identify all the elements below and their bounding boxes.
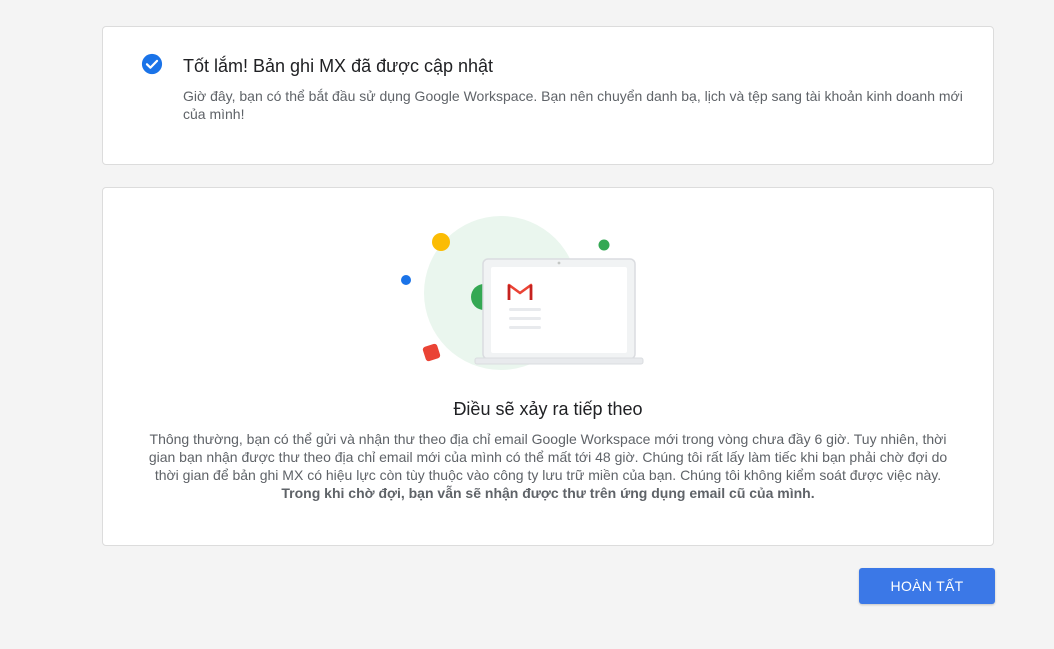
- page: Tốt lắm! Bản ghi MX đã được cập nhật Giờ…: [0, 0, 1054, 649]
- next-steps-bold-text: Trong khi chờ đợi, bạn vẫn sẽ nhận được …: [281, 485, 815, 501]
- check-circle-icon: [141, 53, 163, 75]
- next-steps-title: Điều sẽ xảy ra tiếp theo: [453, 399, 643, 419]
- yellow-dot: [432, 233, 450, 251]
- laptop-base: [474, 357, 644, 365]
- mail-line: [509, 326, 541, 329]
- mail-line: [509, 308, 541, 311]
- success-description: Giờ đây, bạn có thể bắt đầu sử dụng Goog…: [183, 88, 963, 122]
- next-steps-text: Thông thường, bạn có thể gửi và nhận thư…: [148, 431, 948, 483]
- next-steps-card: Điều sẽ xảy ra tiếp theo Thông thường, b…: [102, 187, 994, 546]
- gmail-laptop-illustration: [401, 216, 644, 370]
- gmail-logo: [507, 283, 533, 300]
- red-square: [422, 343, 441, 362]
- finish-button[interactable]: HOÀN TẤT: [859, 568, 995, 604]
- success-card: Tốt lắm! Bản ghi MX đã được cập nhật Giờ…: [102, 26, 994, 165]
- blue-dot: [401, 275, 411, 285]
- mail-line: [509, 317, 541, 320]
- green-dot-small: [598, 239, 610, 251]
- success-title: Tốt lắm! Bản ghi MX đã được cập nhật: [183, 56, 494, 76]
- next-steps-body: Thông thường, bạn có thể gửi và nhận thư…: [143, 430, 953, 502]
